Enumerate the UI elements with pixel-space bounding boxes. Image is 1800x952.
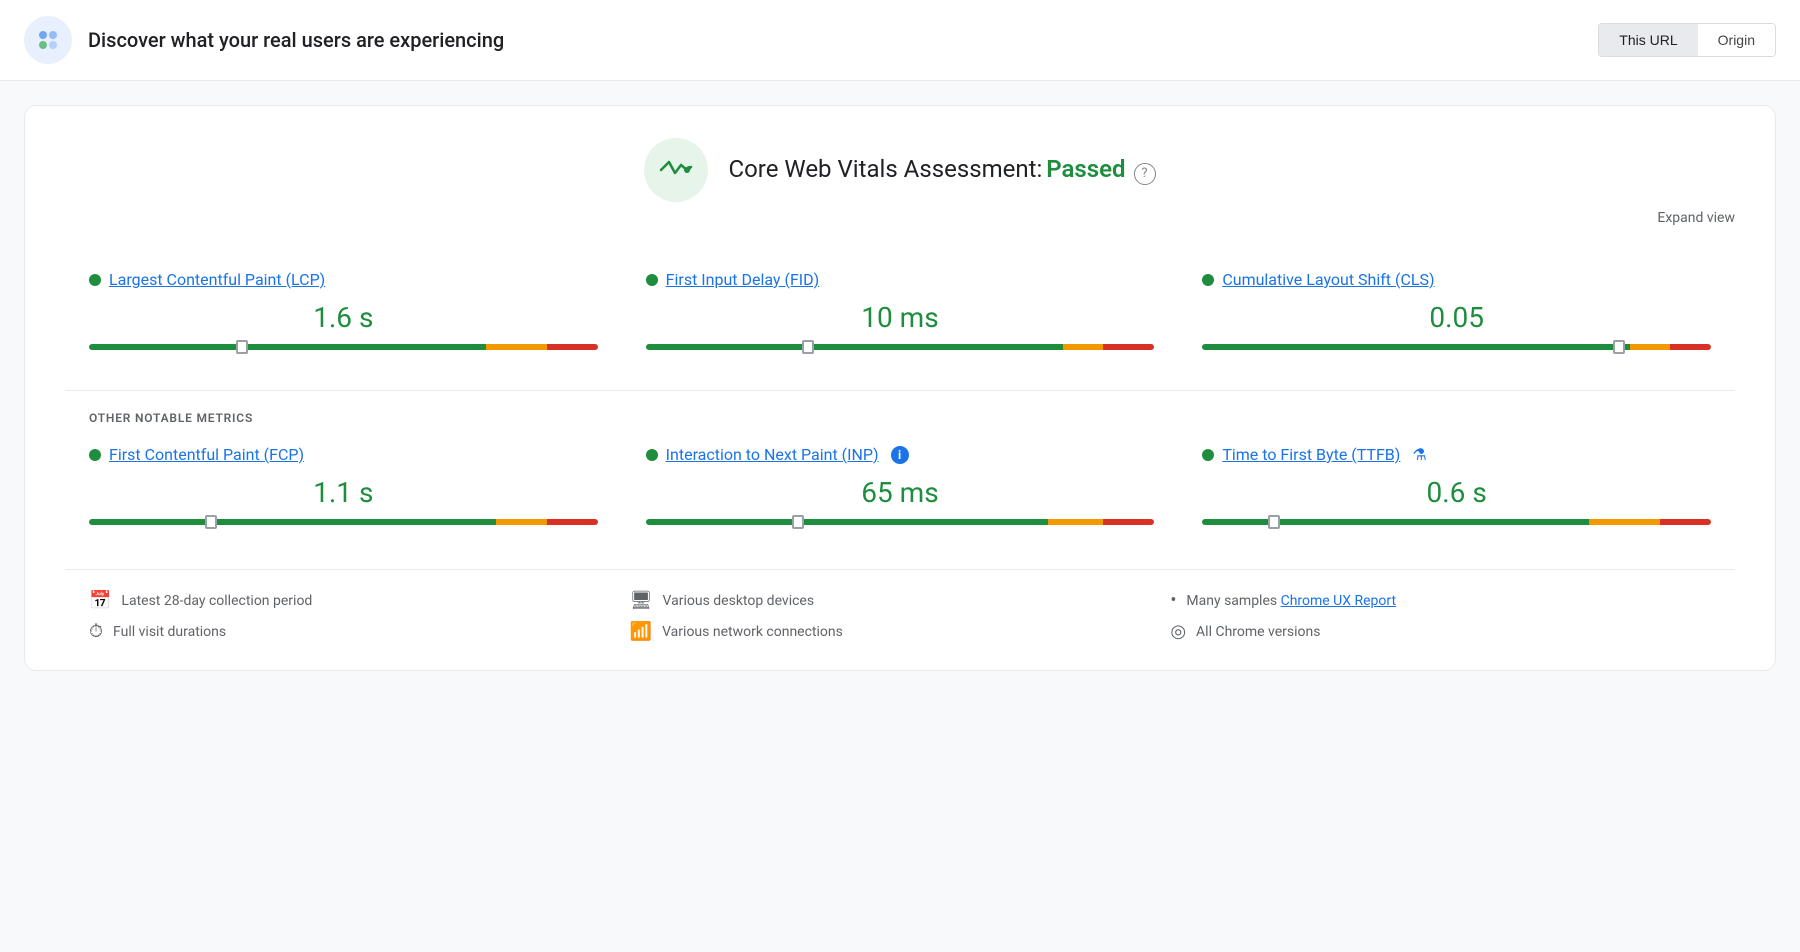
footer-item-3-1: • Many samples Chrome UX Report [1170,590,1711,611]
metric-value-cls: 0.05 [1202,301,1711,334]
green-dot-cls [1202,274,1214,286]
footer-icon-1-1: 📅 [89,590,111,611]
flask-icon-ttfb: ⚗ [1412,445,1426,464]
top-bar-left: Discover what your real users are experi… [24,16,504,64]
info-badge-inp[interactable]: i [891,446,909,464]
gauge-marker-fcp [205,515,217,529]
top-bar: Discover what your real users are experi… [0,0,1800,81]
footer-icon-2-1: 🖥 [630,590,653,611]
footer-text-2-1: Various desktop devices [663,593,815,609]
cwv-header: Core Web Vitals Assessment: Passed ? [65,138,1735,202]
cwv-assessment-text: Core Web Vitals Assessment: Passed ? [728,155,1155,185]
footer-link-3-1[interactable]: Chrome UX Report [1281,593,1396,609]
footer-text-1-1: Latest 28-day collection period [121,593,312,609]
main-content: Core Web Vitals Assessment: Passed ? Exp… [0,81,1800,695]
metric-name-ttfb: Time to First Byte (TTFB) ⚗ [1202,445,1711,464]
metric-value-lcp: 1.6 s [89,301,598,334]
gauge-marker-ttfb [1268,515,1280,529]
logo-icon [24,16,72,64]
cwv-help-icon[interactable]: ? [1134,163,1156,185]
metric-name-fcp: First Contentful Paint (FCP) [89,445,598,464]
gauge-ttfb [1202,519,1711,525]
gauge-fid [646,344,1155,350]
footer-text-3-2: All Chrome versions [1196,624,1320,640]
metric-name-lcp: Largest Contentful Paint (LCP) [89,270,598,289]
page-title: Discover what your real users are experi… [88,28,504,52]
cwv-label: Core Web Vitals Assessment: [728,155,1042,183]
expand-view[interactable]: Expand view [65,210,1735,226]
footer-item-1-1: 📅 Latest 28-day collection period [89,590,630,611]
footer: 📅 Latest 28-day collection period ⏱ Full vi… [65,590,1735,642]
metric-value-fid: 10 ms [646,301,1155,334]
footer-col-2: 🖥 Various desktop devices 📶 Various network… [630,590,1171,642]
metric-cell-fid: First Input Delay (FID) 10 ms [622,250,1179,374]
metric-name-cls: Cumulative Layout Shift (CLS) [1202,270,1711,289]
gauge-lcp [89,344,598,350]
origin-button[interactable]: Origin [1698,24,1775,56]
footer-icon-3-2: ◎ [1170,621,1186,642]
metric-value-inp: 65 ms [646,476,1155,509]
footer-col-1: 📅 Latest 28-day collection period ⏱ Full vi… [89,590,630,642]
metric-cell-inp: Interaction to Next Paint (INP) i 65 ms [622,425,1179,549]
core-metrics-grid: Largest Contentful Paint (LCP) 1.6 s First… [65,250,1735,374]
footer-icon-1-2: ⏱ [89,621,103,642]
green-dot-lcp [89,274,101,286]
metric-link-ttfb[interactable]: Time to First Byte (TTFB) [1222,445,1400,464]
metric-link-fcp[interactable]: First Contentful Paint (FCP) [109,445,304,464]
this-url-button[interactable]: This URL [1599,24,1697,56]
divider [65,390,1735,391]
footer-item-3-2: ◎ All Chrome versions [1170,621,1711,642]
gauge-marker-inp [792,515,804,529]
url-toggle: This URL Origin [1598,23,1776,57]
gauge-cls [1202,344,1711,350]
footer-text-1-2: Full visit durations [113,624,226,640]
cwv-status: Passed [1046,155,1125,183]
green-dot-ttfb [1202,449,1214,461]
metric-value-fcp: 1.1 s [89,476,598,509]
footer-item-2-1: 🖥 Various desktop devices [630,590,1171,611]
footer-divider [65,569,1735,570]
cwv-card: Core Web Vitals Assessment: Passed ? Exp… [24,105,1776,671]
metric-link-cls[interactable]: Cumulative Layout Shift (CLS) [1222,270,1434,289]
other-metrics-grid: First Contentful Paint (FCP) 1.1 s Interac… [65,425,1735,549]
gauge-marker-lcp [236,340,248,354]
footer-text-3-1: Many samples Chrome UX Report [1186,593,1396,609]
metric-cell-cls: Cumulative Layout Shift (CLS) 0.05 [1178,250,1735,374]
metric-link-fid[interactable]: First Input Delay (FID) [666,270,820,289]
footer-icon-3-1: • [1170,590,1176,611]
footer-item-2-2: 📶 Various network connections [630,621,1171,642]
footer-item-1-2: ⏱ Full visit durations [89,621,630,642]
metric-name-fid: First Input Delay (FID) [646,270,1155,289]
footer-text-2-2: Various network connections [662,624,843,640]
other-metrics-label: OTHER NOTABLE METRICS [89,411,1711,425]
metric-cell-ttfb: Time to First Byte (TTFB) ⚗ 0.6 s [1178,425,1735,549]
green-dot-fcp [89,449,101,461]
metric-link-lcp[interactable]: Largest Contentful Paint (LCP) [109,270,325,289]
metric-link-inp[interactable]: Interaction to Next Paint (INP) [666,445,879,464]
footer-icon-2-2: 📶 [630,621,652,642]
green-dot-inp [646,449,658,461]
gauge-marker-fid [802,340,814,354]
metric-name-inp: Interaction to Next Paint (INP) i [646,445,1155,464]
metric-cell-lcp: Largest Contentful Paint (LCP) 1.6 s [65,250,622,374]
gauge-marker-cls [1613,340,1625,354]
green-dot-fid [646,274,658,286]
metric-cell-fcp: First Contentful Paint (FCP) 1.1 s [65,425,622,549]
gauge-fcp [89,519,598,525]
metric-value-ttfb: 0.6 s [1202,476,1711,509]
gauge-inp [646,519,1155,525]
footer-col-3: • Many samples Chrome UX Report◎ All Chrom… [1170,590,1711,642]
cwv-icon [644,138,708,202]
